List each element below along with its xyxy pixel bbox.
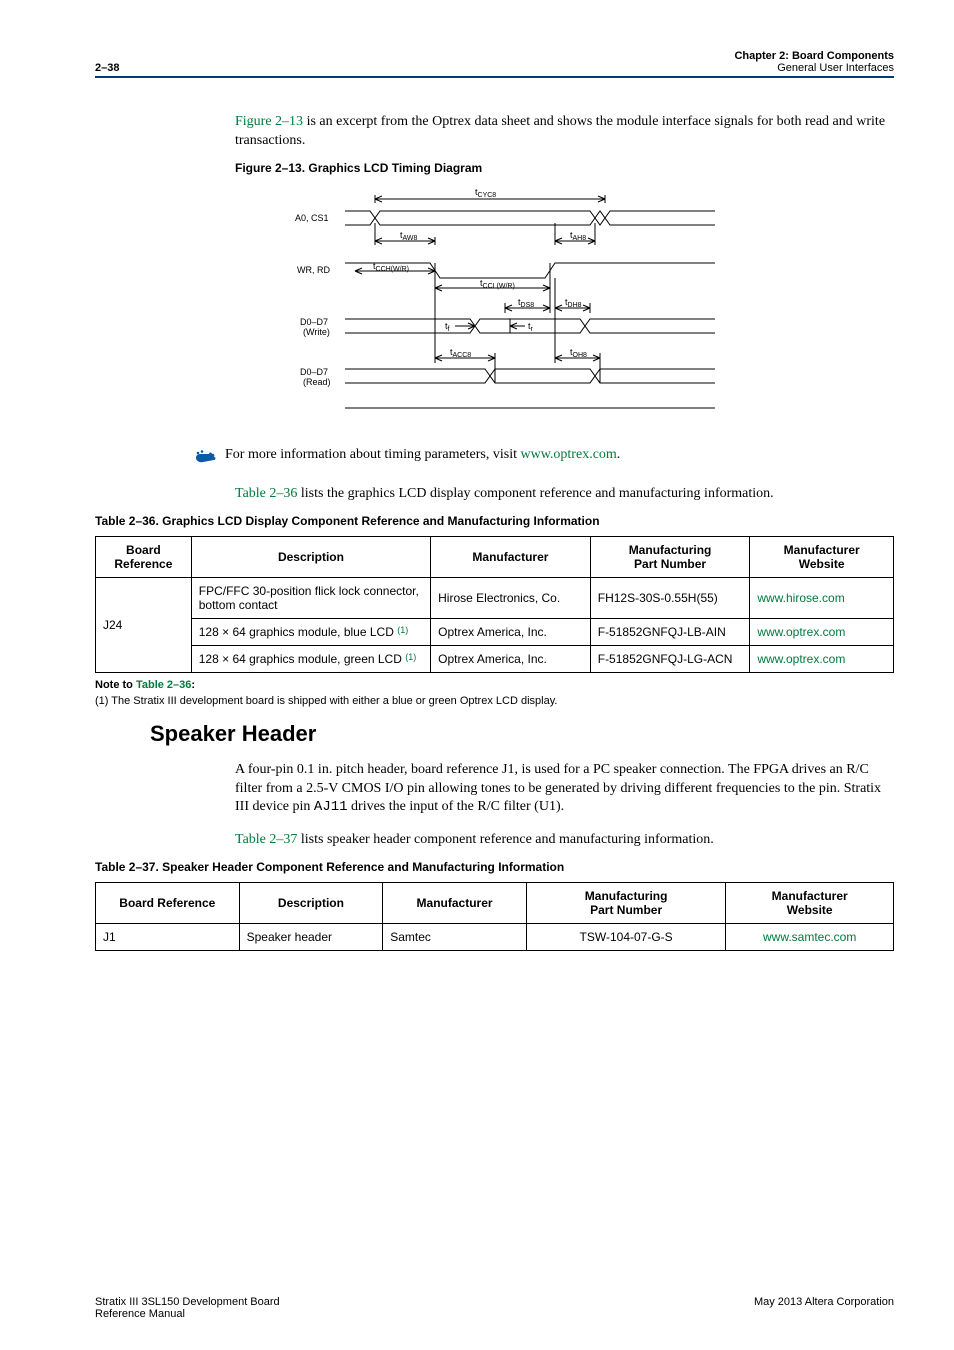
board-ref-cell: J24 xyxy=(96,577,192,672)
table-row: 128 × 64 graphics module, green LCD (1) … xyxy=(96,645,894,672)
signal-wr-rd: WR, RD xyxy=(297,265,330,275)
part-cell: F-51852GNFQJ-LG-ACN xyxy=(590,645,750,672)
signal-d0d7-read: D0–D7 xyxy=(300,367,328,377)
table-row: 128 × 64 graphics module, blue LCD (1) O… xyxy=(96,618,894,645)
svg-text:tOH8: tOH8 xyxy=(570,347,587,359)
page-number: 2–38 xyxy=(95,62,119,74)
table36-note-link[interactable]: Table 2–36 xyxy=(136,679,191,691)
part-cell: TSW-104-07-G-S xyxy=(526,924,726,951)
optrex-link[interactable]: www.optrex.com xyxy=(521,447,617,462)
table-header: Manufacturer xyxy=(431,536,591,577)
signal-a0-cs1: A0, CS1 xyxy=(295,213,329,223)
part-cell: F-51852GNFQJ-LB-AIN xyxy=(590,618,750,645)
svg-text:tCCL(W/R): tCCL(W/R) xyxy=(480,278,515,290)
table-header: Description xyxy=(239,883,383,924)
mfr-site-link[interactable]: www.samtec.com xyxy=(763,930,856,944)
mfr-cell: Hirose Electronics, Co. xyxy=(431,577,591,618)
table-header: Manufacturer xyxy=(383,883,527,924)
table36-caption: Table 2–36. Graphics LCD Display Compone… xyxy=(95,514,894,528)
pointer-note-b: . xyxy=(617,447,621,462)
table-37: Board Reference Description Manufacturer… xyxy=(95,882,894,951)
part-cell: FH12S-30S-0.55H(55) xyxy=(590,577,750,618)
table-header: BoardReference xyxy=(96,536,192,577)
chapter-line: Chapter 2: Board Components xyxy=(734,50,894,62)
mfr-site-link[interactable]: www.optrex.com xyxy=(757,652,845,666)
chapter-header: Chapter 2: Board Components General User… xyxy=(734,50,894,74)
svg-text:tf: tf xyxy=(445,321,450,333)
svg-text:tAH8: tAH8 xyxy=(570,230,586,242)
svg-text:tACC8: tACC8 xyxy=(450,347,471,359)
site-cell: www.optrex.com xyxy=(750,645,894,672)
mfr-cell: Optrex America, Inc. xyxy=(431,645,591,672)
table36-ref-link[interactable]: Table 2–36 xyxy=(235,486,297,501)
table-header: ManufacturingPart Number xyxy=(526,883,726,924)
table-36: BoardReference Description Manufacturer … xyxy=(95,536,894,673)
table36-note-heading: Note to Table 2–36: xyxy=(95,679,894,691)
mfr-site-link[interactable]: www.hirose.com xyxy=(757,591,844,605)
mfr-cell: Samtec xyxy=(383,924,527,951)
svg-text:tDS8: tDS8 xyxy=(518,297,534,309)
svg-text:tCYC8: tCYC8 xyxy=(475,187,496,199)
timing-diagram: A0, CS1 WR, RD D0–D7 (Write) D0–D7 (Read… xyxy=(95,183,894,432)
speaker-header-title: Speaker Header xyxy=(150,721,894,747)
figure-caption: Figure 2–13. Graphics LCD Timing Diagram xyxy=(235,161,894,175)
section-line: General User Interfaces xyxy=(777,62,894,74)
speaker-para-2: Table 2–37 lists speaker header componen… xyxy=(235,831,894,850)
page-header: 2–38 Chapter 2: Board Components General… xyxy=(95,50,894,78)
table36-intro-text: lists the graphics LCD display component… xyxy=(297,486,773,501)
signal-d0d7-read-sub: (Read) xyxy=(303,377,331,387)
figure-ref-link[interactable]: Figure 2–13 xyxy=(235,114,303,129)
site-cell: www.optrex.com xyxy=(750,618,894,645)
table-row: J24 FPC/FFC 30-position flick lock conne… xyxy=(96,577,894,618)
pointer-icon xyxy=(195,447,225,471)
site-cell: www.hirose.com xyxy=(750,577,894,618)
speaker-para-1: A four-pin 0.1 in. pitch header, board r… xyxy=(235,761,894,818)
desc-cell: 128 × 64 graphics module, blue LCD (1) xyxy=(191,618,430,645)
desc-cell: Speaker header xyxy=(239,924,383,951)
board-ref-cell: J1 xyxy=(96,924,240,951)
footer-left: Stratix III 3SL150 Development BoardRefe… xyxy=(95,1296,280,1320)
signal-d0d7-write: D0–D7 xyxy=(300,317,328,327)
signal-d0d7-write-sub: (Write) xyxy=(303,327,330,337)
table37-ref-link[interactable]: Table 2–37 xyxy=(235,832,297,847)
table-header: ManufacturerWebsite xyxy=(750,536,894,577)
page-footer: Stratix III 3SL150 Development BoardRefe… xyxy=(95,1296,894,1320)
table36-intro-paragraph: Table 2–36 lists the graphics LCD displa… xyxy=(235,485,894,504)
pointer-note-row: For more information about timing parame… xyxy=(195,447,894,471)
figure-intro-text: is an excerpt from the Optrex data sheet… xyxy=(235,114,885,148)
table-header: Description xyxy=(191,536,430,577)
table-header: ManufacturingPart Number xyxy=(590,536,750,577)
pointer-note-a: For more information about timing parame… xyxy=(225,447,521,462)
svg-text:tDH8: tDH8 xyxy=(565,297,582,309)
pointer-note-text: For more information about timing parame… xyxy=(225,447,894,463)
table-row: J1 Speaker header Samtec TSW-104-07-G-S … xyxy=(96,924,894,951)
svg-text:tAW8: tAW8 xyxy=(400,230,418,242)
site-cell: www.samtec.com xyxy=(726,924,894,951)
table36-note-body: (1) The Stratix III development board is… xyxy=(95,695,894,707)
table-header: ManufacturerWebsite xyxy=(726,883,894,924)
desc-cell: FPC/FFC 30-position flick lock connector… xyxy=(191,577,430,618)
mfr-site-link[interactable]: www.optrex.com xyxy=(757,625,845,639)
table37-caption: Table 2–37. Speaker Header Component Ref… xyxy=(95,860,894,874)
footer-right: May 2013 Altera Corporation xyxy=(754,1296,894,1320)
svg-text:tr: tr xyxy=(528,321,534,333)
table-header: Board Reference xyxy=(96,883,240,924)
mfr-cell: Optrex America, Inc. xyxy=(431,618,591,645)
device-pin-mono: AJ11 xyxy=(314,799,348,815)
desc-cell: 128 × 64 graphics module, green LCD (1) xyxy=(191,645,430,672)
figure-intro-paragraph: Figure 2–13 is an excerpt from the Optre… xyxy=(235,113,894,151)
